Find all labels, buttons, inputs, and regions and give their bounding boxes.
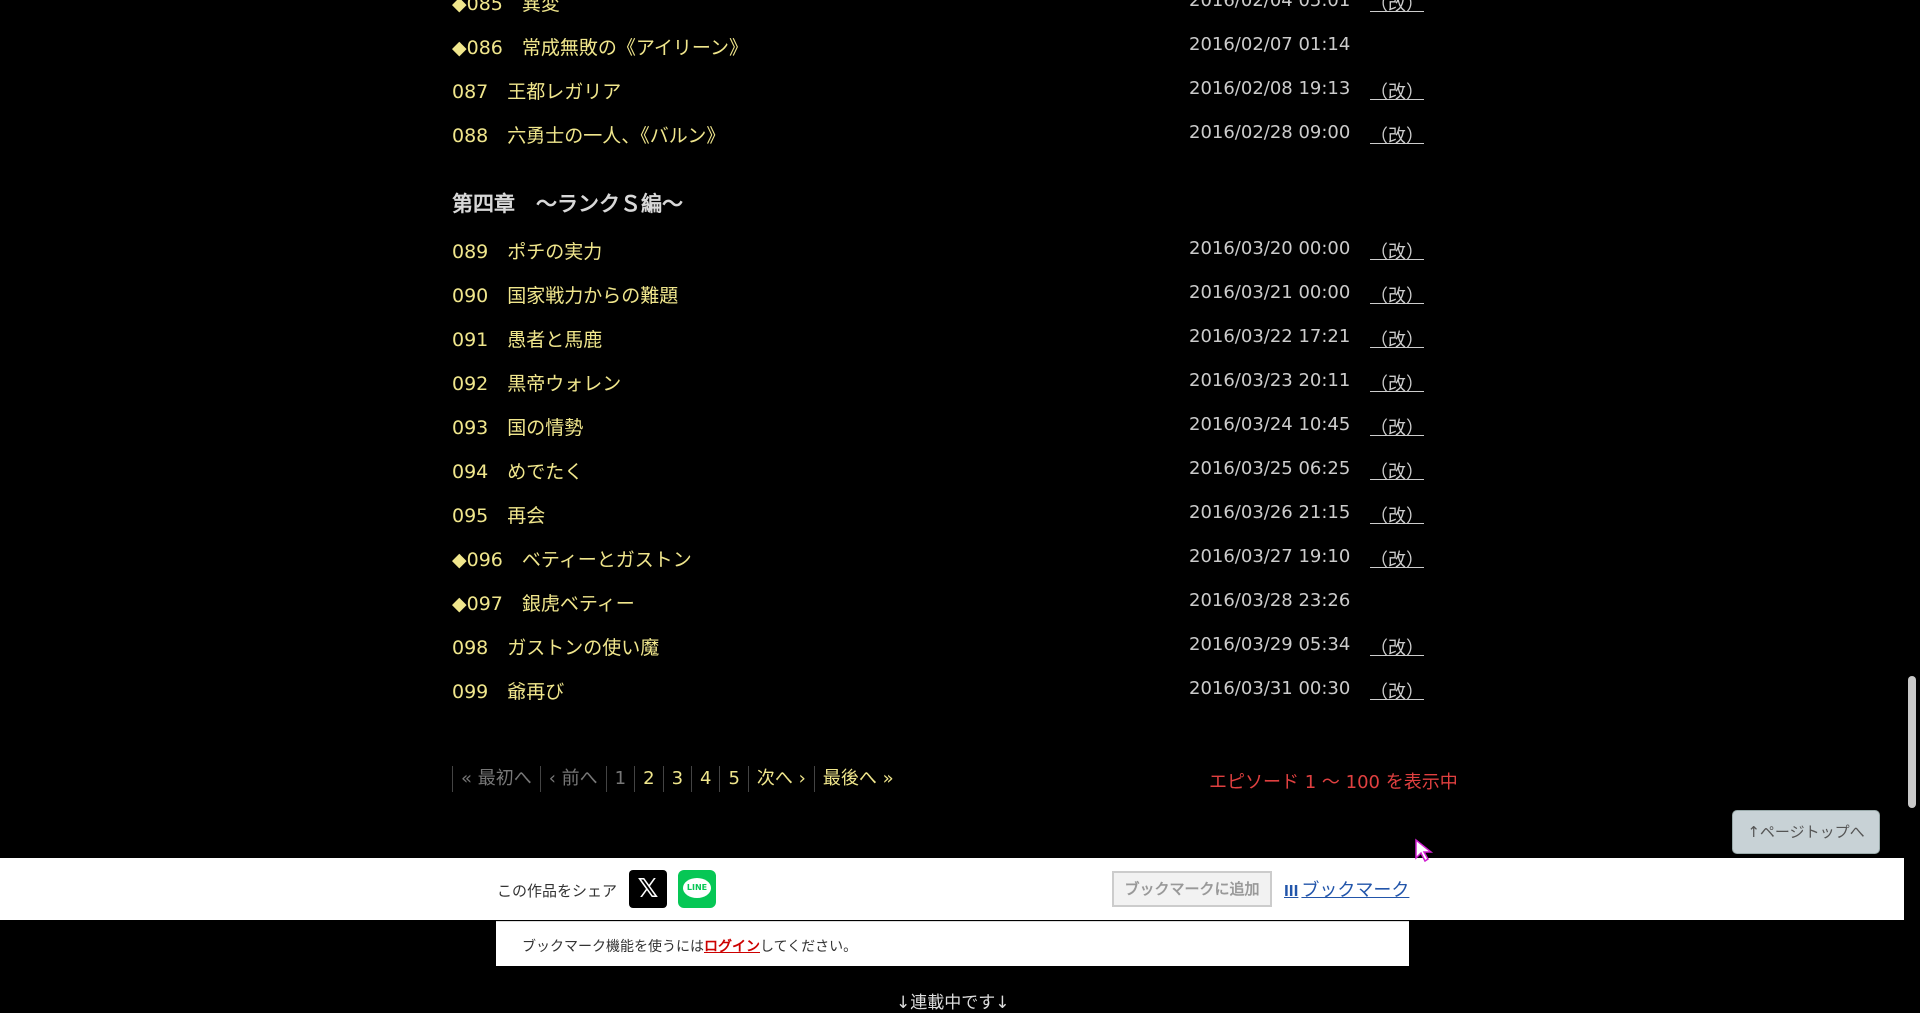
episode-revised-mark: （改）	[1370, 682, 1424, 703]
episode-row: 091 愚者と馬鹿 2016/03/22 17:21 （改）	[452, 317, 1424, 361]
x-share-button[interactable]: 𝕏	[629, 870, 667, 908]
line-logo-icon: LINE	[683, 878, 711, 898]
add-bookmark-button[interactable]: ブックマークに追加	[1112, 871, 1272, 907]
bookmark-bars-icon: lll	[1284, 884, 1299, 900]
pager-last[interactable]: 最後へ »	[813, 766, 902, 792]
episode-revised-mark: （改）	[1370, 286, 1424, 307]
login-notice-text: ブックマーク機能を使うにはログインしてください。	[522, 939, 858, 955]
episode-title-link[interactable]: ◆096 ベティーとガストン	[452, 545, 692, 572]
pager-first: « 最初へ	[452, 766, 540, 792]
chapter-title: 第四章 ～ランクＳ編～	[452, 192, 683, 216]
share-bar: この作品をシェア 𝕏 LINE ブックマークに追加 lll ブックマーク	[0, 858, 1904, 920]
scrollbar[interactable]	[1904, 0, 1920, 1003]
login-notice: ブックマーク機能を使うにはログインしてください。	[496, 921, 1409, 966]
pager-next[interactable]: 次へ ›	[747, 766, 814, 792]
episode-title-link[interactable]: 088 六勇士の一人、《バルン》	[452, 121, 725, 148]
line-share-button[interactable]: LINE	[678, 870, 716, 908]
episode-title-link[interactable]: 090 国家戦力からの難題	[452, 281, 678, 308]
pager-page-4[interactable]: 4	[691, 766, 719, 792]
episode-title-link[interactable]: 089 ポチの実力	[452, 237, 602, 264]
episode-row: 089 ポチの実力 2016/03/20 00:00 （改）	[452, 229, 1424, 273]
x-logo-icon: 𝕏	[637, 874, 659, 904]
episode-row: 093 国の情勢 2016/03/24 10:45 （改）	[452, 405, 1424, 449]
episode-revised-mark: （改）	[1370, 82, 1424, 103]
episode-date: 2016/03/25 06:25	[1189, 458, 1351, 479]
episode-date: 2016/03/22 17:21	[1189, 326, 1351, 347]
pagination: « 最初へ ‹ 前へ 1 2 3 4 5 次へ › 最後へ »	[452, 766, 902, 796]
episode-revised-mark: （改）	[1370, 330, 1424, 351]
episode-date: 2016/03/21 00:00	[1189, 282, 1351, 303]
scrollbar-thumb[interactable]	[1908, 676, 1916, 808]
episode-revised-mark: （改）	[1370, 374, 1424, 395]
episode-date: 2016/03/26 21:15	[1189, 502, 1351, 523]
episode-title-link[interactable]: 092 黒帝ウォレン	[452, 369, 621, 396]
mouse-cursor-icon	[1415, 838, 1434, 863]
episode-date: 2016/03/20 00:00	[1189, 238, 1351, 259]
bookmark-link-label: ブックマーク	[1301, 880, 1410, 901]
pager-page-2[interactable]: 2	[634, 766, 662, 792]
pager-page-3[interactable]: 3	[662, 766, 691, 792]
login-link[interactable]: ログイン	[704, 939, 760, 955]
episode-row: ◆085 異変 2016/02/04 05:01 （改）	[452, 0, 1424, 25]
serial-status: ↓連載中です↓	[896, 993, 1010, 1013]
episode-revised-mark: （改）	[1370, 638, 1424, 659]
episode-title-link[interactable]: 098 ガストンの使い魔	[452, 633, 659, 660]
episode-date: 2016/03/31 00:30	[1189, 678, 1351, 699]
episode-row: 092 黒帝ウォレン 2016/03/23 20:11 （改）	[452, 361, 1424, 405]
episode-date: 2016/03/24 10:45	[1189, 414, 1351, 435]
episode-date: 2016/02/28 09:00	[1189, 122, 1351, 143]
episode-title-link[interactable]: ◆086 常成無敗の《アイリーン》	[452, 33, 748, 60]
episode-row: 098 ガストンの使い魔 2016/03/29 05:34 （改）	[452, 625, 1424, 669]
episode-date: 2016/02/08 19:13	[1189, 78, 1351, 99]
episode-row: ◆096 ベティーとガストン 2016/03/27 19:10 （改）	[452, 537, 1424, 581]
episode-title-link[interactable]: 087 王都レガリア	[452, 77, 621, 104]
episode-revised-mark: （改）	[1370, 506, 1424, 527]
pager-prev: ‹ 前へ	[539, 766, 606, 792]
bookmark-link[interactable]: lll ブックマーク	[1284, 876, 1409, 902]
episode-row: 087 王都レガリア 2016/02/08 19:13 （改）	[452, 69, 1424, 113]
episode-date: 2016/03/28 23:26	[1189, 590, 1351, 611]
episode-title-link[interactable]: 093 国の情勢	[452, 413, 583, 440]
episode-revised-mark: （改）	[1370, 550, 1424, 571]
page-top-button[interactable]: ↑ページトップへ	[1732, 810, 1880, 854]
pager-page-1: 1	[605, 766, 634, 792]
episode-title-link[interactable]: ◆097 銀虎ベティー	[452, 589, 635, 616]
episode-title-link[interactable]: 099 爺再び	[452, 677, 564, 704]
episode-row: 088 六勇士の一人、《バルン》 2016/02/28 09:00 （改）	[452, 113, 1424, 157]
episode-revised-mark: （改）	[1370, 462, 1424, 483]
episode-title-link[interactable]: 094 めでたく	[452, 457, 583, 484]
episode-title-link[interactable]: ◆085 異変	[452, 0, 560, 16]
episode-revised-mark: （改）	[1370, 0, 1424, 15]
episode-revised-mark: （改）	[1370, 242, 1424, 263]
episode-count: エピソード 1 ～ 100 を表示中	[1209, 772, 1458, 793]
episode-date: 2016/03/27 19:10	[1189, 546, 1351, 567]
episode-row: 095 再会 2016/03/26 21:15 （改）	[452, 493, 1424, 537]
episode-date: 2016/02/07 01:14	[1189, 34, 1351, 55]
episode-date: 2016/02/04 05:01	[1189, 0, 1351, 11]
episode-title-link[interactable]: 095 再会	[452, 501, 545, 528]
pager-page-5[interactable]: 5	[719, 766, 747, 792]
episode-row: ◆097 銀虎ベティー 2016/03/28 23:26	[452, 581, 1412, 625]
episode-row: ◆086 常成無敗の《アイリーン》 2016/02/07 01:14	[452, 25, 1412, 69]
episode-title-link[interactable]: 091 愚者と馬鹿	[452, 325, 602, 352]
share-label: この作品をシェア	[497, 882, 618, 900]
episode-revised-mark: （改）	[1370, 126, 1424, 147]
episode-row: 090 国家戦力からの難題 2016/03/21 00:00 （改）	[452, 273, 1424, 317]
episode-row: 099 爺再び 2016/03/31 00:30 （改）	[452, 669, 1424, 713]
episode-row: 094 めでたく 2016/03/25 06:25 （改）	[452, 449, 1424, 493]
episode-date: 2016/03/29 05:34	[1189, 634, 1351, 655]
episode-revised-mark: （改）	[1370, 418, 1424, 439]
episode-date: 2016/03/23 20:11	[1189, 370, 1351, 391]
